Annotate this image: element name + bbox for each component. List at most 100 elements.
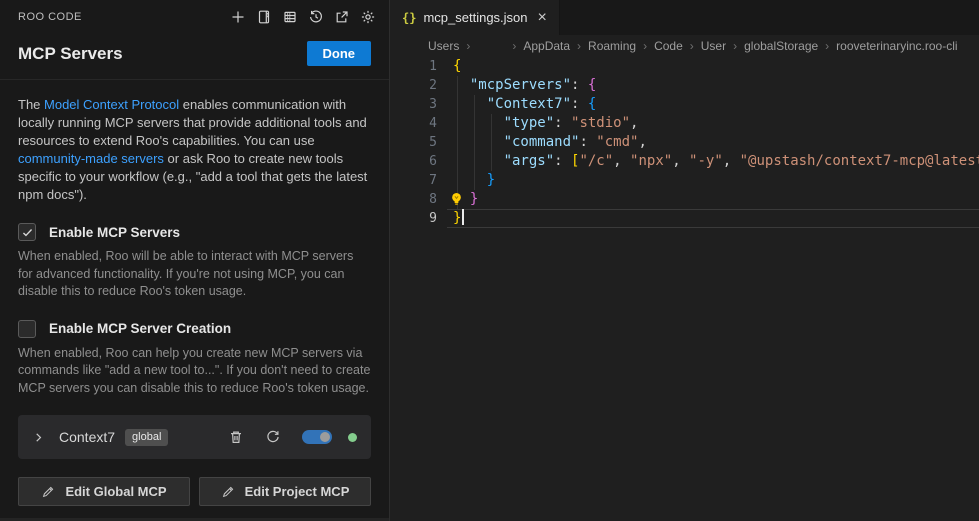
delete-server-icon[interactable] (228, 429, 244, 445)
edit-global-mcp-label: Edit Global MCP (65, 484, 166, 499)
chevron-right-icon[interactable] (32, 431, 45, 444)
breadcrumb-item[interactable]: globalStorage (744, 39, 818, 53)
code-token: "/c" (579, 153, 613, 169)
code-token: "command" (504, 134, 580, 150)
pencil-icon (221, 485, 235, 499)
edit-project-mcp-label: Edit Project MCP (245, 484, 350, 499)
indent-guide (474, 171, 475, 190)
enable-mcp-servers-label: Enable MCP Servers (49, 225, 180, 240)
code-line-content: "Context7": { (437, 95, 596, 114)
code-line-content: } (437, 190, 478, 209)
code-token: : (554, 153, 571, 169)
toggle-knob (320, 432, 330, 442)
code-token: "-y" (689, 153, 723, 169)
breadcrumb-separator-icon: › (690, 39, 694, 53)
line-number: 7 (390, 171, 437, 190)
edit-project-mcp-button[interactable]: Edit Project MCP (199, 477, 371, 506)
server-scope-badge: global (125, 429, 168, 446)
code-token: , (630, 115, 638, 131)
code-editor[interactable]: 1{2 "mcpServers": {3 "Context7": {4 "typ… (390, 57, 979, 228)
code-token: , (672, 153, 689, 169)
restart-server-icon[interactable] (265, 429, 281, 445)
code-line[interactable]: 8 } (390, 190, 979, 209)
mcp-server-row-context7[interactable]: Context7 global (18, 415, 371, 459)
panel-titlebar: ROO CODE (0, 0, 389, 34)
enable-mcp-creation-section: Enable MCP Server Creation When enabled,… (18, 320, 371, 398)
code-line-content: "command": "cmd", (437, 133, 647, 152)
notebook-icon[interactable] (253, 6, 275, 28)
code-token: { (588, 96, 596, 112)
server-status-dot (348, 433, 357, 442)
lightbulb-code-action-icon[interactable] (448, 191, 465, 208)
code-token: "cmd" (596, 134, 638, 150)
server-enabled-toggle[interactable] (302, 430, 332, 444)
code-token: "mcpServers" (470, 77, 571, 93)
code-token: , (723, 153, 740, 169)
breadcrumb-item[interactable]: Code (654, 39, 683, 53)
code-line[interactable]: 7 } (390, 171, 979, 190)
indent-guide (491, 152, 492, 171)
indent-guide (457, 133, 458, 152)
description-link[interactable]: community-made servers (18, 151, 164, 166)
code-line-content: "args": ["/c", "npx", "-y", "@upstash/co… (437, 152, 979, 171)
code-token: "npx" (630, 153, 672, 169)
breadcrumb-item[interactable]: AppData (523, 39, 570, 53)
code-token: "Context7" (487, 96, 571, 112)
mcp-header: MCP Servers Done (0, 34, 389, 80)
line-number: 5 (390, 133, 437, 152)
code-token: } (487, 172, 495, 188)
plus-icon[interactable] (227, 6, 249, 28)
enable-mcp-creation-checkbox[interactable] (18, 320, 36, 338)
indent-guide (457, 114, 458, 133)
code-line[interactable]: 4 "type": "stdio", (390, 114, 979, 133)
code-token: } (470, 191, 478, 207)
open-in-editor-icon[interactable] (331, 6, 353, 28)
code-line[interactable]: 5 "command": "cmd", (390, 133, 979, 152)
history-icon[interactable] (305, 6, 327, 28)
tab-close-icon[interactable]: × (538, 10, 547, 26)
code-line[interactable]: 1{ (390, 57, 979, 76)
mcp-description: The Model Context Protocol enables commu… (18, 96, 371, 204)
settings-gear-icon[interactable] (357, 6, 379, 28)
code-line[interactable]: 2 "mcpServers": { (390, 76, 979, 95)
roo-code-panel: ROO CODE MCP Servers Done The Model Cont… (0, 0, 389, 521)
json-file-icon: {} (402, 11, 416, 25)
breadcrumb-separator-icon: › (577, 39, 581, 53)
breadcrumb-separator-icon: › (825, 39, 829, 53)
code-token (453, 134, 504, 150)
breadcrumb-item[interactable]: User (701, 39, 726, 53)
code-token: , (638, 134, 646, 150)
breadcrumbs: Users››AppData›Roaming›Code›User›globalS… (390, 35, 979, 57)
line-number: 9 (390, 209, 437, 228)
code-token: "args" (504, 153, 555, 169)
mcp-servers-icon[interactable] (279, 6, 301, 28)
indent-guide (457, 171, 458, 190)
breadcrumb-item[interactable]: Roaming (588, 39, 636, 53)
tab-mcp-settings-json[interactable]: {} mcp_settings.json × (390, 0, 560, 35)
text-cursor (462, 209, 464, 225)
description-link[interactable]: Model Context Protocol (44, 97, 179, 112)
code-token: : (571, 77, 588, 93)
code-line[interactable]: 9} (390, 209, 979, 228)
breadcrumb-item[interactable]: rooveterinaryinc.roo-cli (836, 39, 957, 53)
line-number: 1 (390, 57, 437, 76)
indent-guide (457, 76, 458, 95)
breadcrumb-separator-icon: › (643, 39, 647, 53)
enable-mcp-servers-checkbox[interactable] (18, 223, 36, 241)
code-token (453, 153, 504, 169)
code-line[interactable]: 3 "Context7": { (390, 95, 979, 114)
code-token: { (453, 58, 461, 74)
code-line[interactable]: 6 "args": ["/c", "npx", "-y", "@upstash/… (390, 152, 979, 171)
editor-tab-bar: {} mcp_settings.json × (390, 0, 979, 35)
code-line-content: { (437, 57, 461, 76)
edit-global-mcp-button[interactable]: Edit Global MCP (18, 477, 190, 506)
breadcrumb-item[interactable]: Users (428, 39, 459, 53)
line-number: 3 (390, 95, 437, 114)
done-button[interactable]: Done (307, 41, 372, 66)
code-token: : (571, 96, 588, 112)
pencil-icon (41, 485, 55, 499)
line-number: 6 (390, 152, 437, 171)
indent-guide (457, 152, 458, 171)
tab-filename: mcp_settings.json (423, 10, 527, 25)
description-text: The (18, 97, 44, 112)
